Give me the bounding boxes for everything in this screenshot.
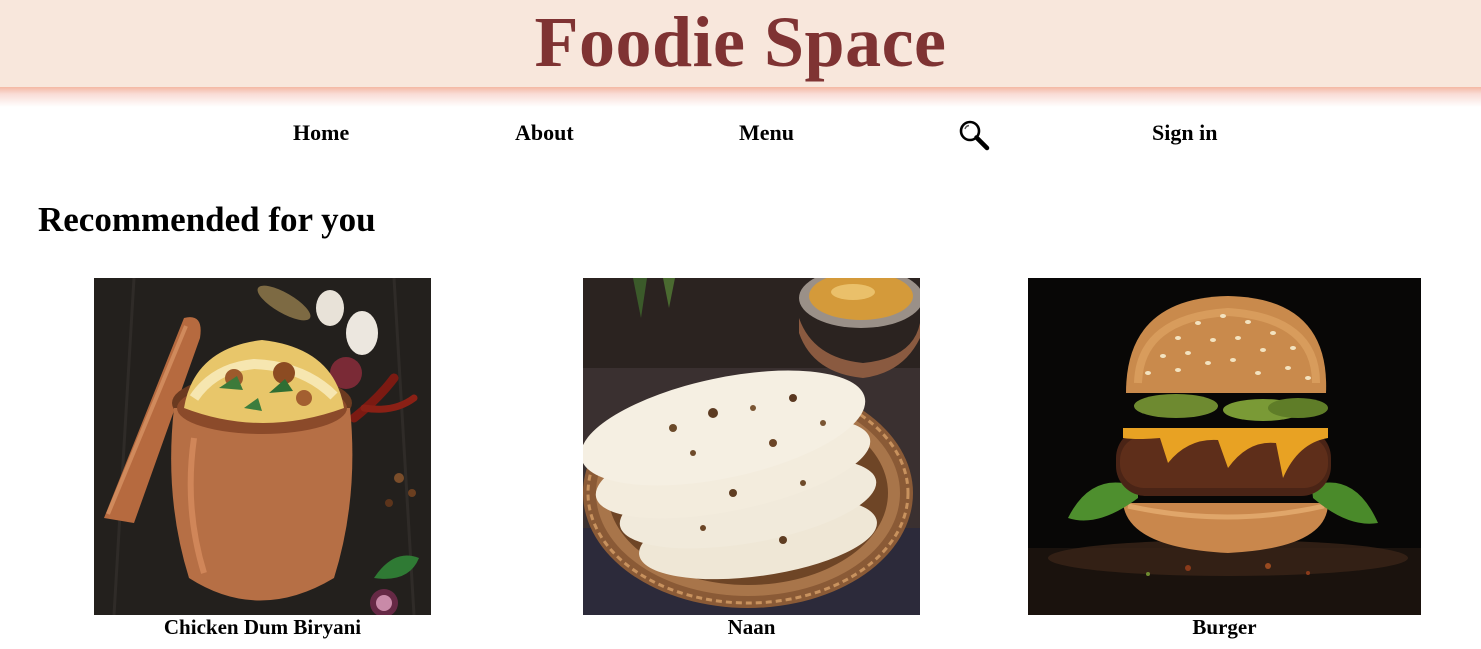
card-caption: Burger <box>1192 615 1257 639</box>
naan-photo[interactable] <box>583 278 920 615</box>
nav-about-link[interactable]: About <box>515 120 574 146</box>
food-card-naan[interactable]: Naan <box>583 278 920 642</box>
site-logo-title[interactable]: Foodie Space <box>535 0 947 84</box>
site-header: Foodie Space <box>0 0 1481 87</box>
card-caption: Naan <box>727 615 776 639</box>
food-card-biryani[interactable]: Chicken Dum Biryani <box>94 278 431 642</box>
burger-photo[interactable] <box>1028 278 1421 615</box>
search-icon[interactable] <box>957 118 991 152</box>
card-caption: Chicken Dum Biryani <box>163 615 362 639</box>
nav-signin-link[interactable]: Sign in <box>1152 120 1217 146</box>
header-divider <box>0 87 1481 107</box>
nav-home-link[interactable]: Home <box>293 120 349 146</box>
nav-menu-link[interactable]: Menu <box>739 120 794 146</box>
chicken-dum-biryani-photo[interactable] <box>94 278 431 615</box>
section-title: Recommended for you <box>38 200 376 239</box>
main-nav: Home About Menu Sign in <box>0 110 1481 158</box>
food-card-burger[interactable]: Burger <box>1028 278 1421 642</box>
